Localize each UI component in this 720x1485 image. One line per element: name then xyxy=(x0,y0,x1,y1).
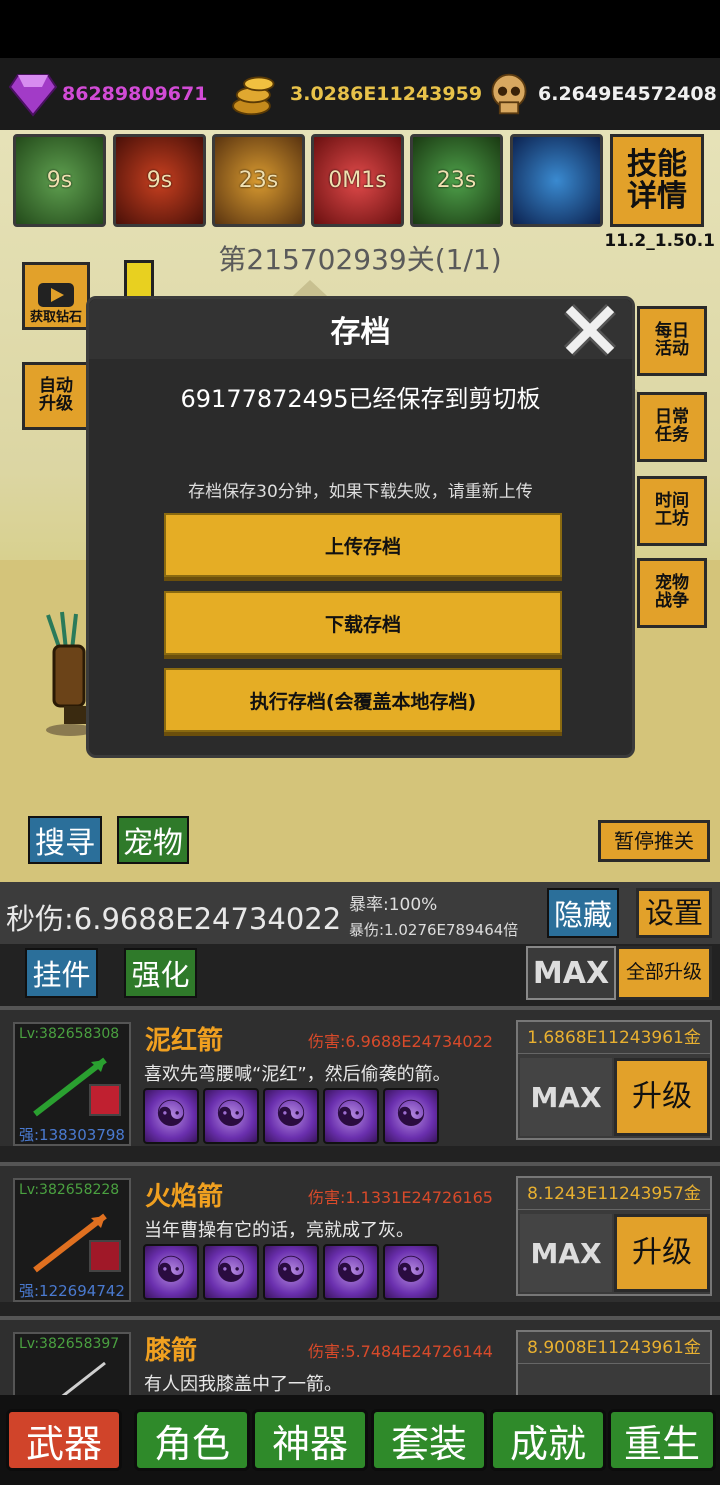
gold-counter: 3.0286E11243959 xyxy=(228,68,482,120)
execute-save-button[interactable]: 执行存档(会覆盖本地存档) xyxy=(164,668,562,732)
upgrade-cost: 8.1243E11243957金 xyxy=(518,1178,710,1210)
gem-socket-icon xyxy=(89,1084,121,1116)
skill-cooldown: 9s xyxy=(46,168,73,193)
stats-bar: 秒伤:6.9688E24734022 暴率:100% 暴伤:1.0276E789… xyxy=(0,882,720,944)
time-workshop-button[interactable]: 时间 工坊 xyxy=(637,476,707,546)
tab-character[interactable]: 角色 xyxy=(134,1409,250,1471)
copied-message: 69177872495已经保存到剪切板 xyxy=(180,385,541,413)
weapon-name: 膝箭 xyxy=(145,1336,198,1366)
weapon-damage: 伤害:1.1331E24726165 xyxy=(308,1188,493,1207)
upgrade-box: 8.9008E11243961金 xyxy=(516,1330,712,1395)
skill-cooldown: 23s xyxy=(238,168,279,193)
skill-slot-5[interactable]: 23s xyxy=(410,134,503,227)
gem-socket-icon xyxy=(89,1240,121,1272)
save-dialog: 存档 69177872495已经保存到剪切板 存档保存30分钟，如果下载失败，请… xyxy=(86,296,635,758)
weapon-damage: 伤害:6.9688E24734022 xyxy=(308,1032,493,1051)
skill-slot-2[interactable]: 9s xyxy=(113,134,206,227)
upgrade-cost: 1.6868E11243961金 xyxy=(518,1022,710,1054)
crit-rate-label: 暴率:100% xyxy=(349,895,438,915)
tab-idle[interactable]: 挂件 xyxy=(25,948,98,998)
weapon-strength: 强:122694742 xyxy=(19,1282,125,1300)
dialog-header: 存档 xyxy=(89,299,632,359)
hide-button[interactable]: 隐藏 xyxy=(547,888,619,938)
weapon-name: 泥红箭 xyxy=(145,1026,224,1056)
weapon-name: 火焰箭 xyxy=(145,1182,224,1212)
weapon-description: 当年曹操有它的话，亮就成了灰。 xyxy=(144,1220,414,1241)
weapon-icon-frame: Lv:382658228 强:122694742 xyxy=(13,1178,131,1302)
daily-task-button[interactable]: 日常 任务 xyxy=(637,392,707,462)
weapon-level: Lv:382658228 xyxy=(19,1182,120,1198)
upgrade-cost: 8.9008E11243961金 xyxy=(518,1332,710,1364)
diamond-value: 86289809671 xyxy=(62,83,208,105)
skill-cooldown: 23s xyxy=(436,168,477,193)
diamond-counter: 86289809671 xyxy=(8,68,207,120)
dps-label: 秒伤:6.9688E24734022 xyxy=(6,902,342,936)
save-note: 存档保存30分钟，如果下载失败，请重新上传 xyxy=(188,482,533,502)
max-upgrade-button[interactable]: MAX xyxy=(520,1214,612,1292)
settings-button[interactable]: 设置 xyxy=(636,888,712,938)
close-icon[interactable] xyxy=(561,301,619,359)
weapon-card: Lv:382658228 强:122694742 火焰箭 伤害:1.1331E2… xyxy=(0,1162,720,1302)
upload-save-button[interactable]: 上传存档 xyxy=(164,513,562,577)
alert-marker xyxy=(124,260,154,300)
weapon-description: 喜欢先弯腰喊“泥红”，然后偷袭的箭。 xyxy=(144,1064,451,1085)
version-label: 11.2_1.50.1 xyxy=(604,231,715,251)
max-upgrade-button[interactable]: MAX xyxy=(520,1058,612,1136)
gold-coins-icon xyxy=(232,76,275,116)
diamond-icon xyxy=(8,74,58,117)
weapon-level: Lv:382658397 xyxy=(19,1336,120,1352)
skill-slot-4[interactable]: 0M1s xyxy=(311,134,404,227)
weapon-strength: 强:138303798 xyxy=(19,1126,125,1144)
upgrade-box: 1.6868E11243961金 MAX 升级 xyxy=(516,1020,712,1140)
weapon-damage: 伤害:5.7484E24726144 xyxy=(308,1342,493,1361)
weapon-icon-frame: Lv:382658397 xyxy=(13,1332,131,1395)
get-diamond-label: 获取钻石 xyxy=(29,310,82,326)
pet-war-button[interactable]: 宠物 战争 xyxy=(637,558,707,628)
auto-upgrade-button[interactable]: 自动 升级 xyxy=(22,362,90,430)
tab-enhance[interactable]: 强化 xyxy=(124,948,197,998)
weapon-description: 有人因我膝盖中了一箭。 xyxy=(144,1374,342,1395)
weapon-card: Lv:382658397 膝箭 伤害:5.7484E24726144 有人因我膝… xyxy=(0,1316,720,1395)
upgrade-box: 8.1243E11243957金 MAX 升级 xyxy=(516,1176,712,1296)
crit-damage-label: 暴伤:1.0276E789464倍 xyxy=(349,921,519,939)
knee-arrow-icon xyxy=(61,1361,106,1395)
skill-slot-1[interactable]: 9s xyxy=(13,134,106,227)
tab-artifact[interactable]: 神器 xyxy=(252,1409,368,1471)
upgrade-button[interactable]: 升级 xyxy=(614,1058,710,1136)
video-icon xyxy=(38,283,74,308)
skill-detail-button[interactable]: 技能 详情 xyxy=(610,134,704,227)
weapon-panel: 秒伤:6.9688E24734022 暴率:100% 暴伤:1.0276E789… xyxy=(0,882,720,1395)
dialog-title: 存档 xyxy=(330,315,391,350)
tab-weapon[interactable]: 武器 xyxy=(6,1409,122,1471)
gold-value: 3.0286E11243959 xyxy=(290,83,483,105)
pet-button[interactable]: 宠物 xyxy=(117,816,189,864)
skill-slot-6[interactable] xyxy=(510,134,603,227)
daily-event-button[interactable]: 每日 活动 xyxy=(637,306,707,376)
skill-cooldown: 9s xyxy=(146,168,173,193)
talisman-row xyxy=(143,1244,443,1304)
skull-value: 6.2649E4572408 xyxy=(538,83,717,105)
pause-stage-button[interactable]: 暂停推关 xyxy=(598,820,710,862)
stage-label: 第215702939关(1/1) xyxy=(218,243,502,276)
skull-counter: 6.2649E4572408 xyxy=(484,68,717,120)
upgrade-button[interactable]: 升级 xyxy=(614,1214,710,1292)
tab-rebirth[interactable]: 重生 xyxy=(608,1409,716,1471)
get-diamond-button[interactable]: 获取钻石 xyxy=(22,262,90,330)
tab-achievement[interactable]: 成就 xyxy=(490,1409,606,1471)
tab-set[interactable]: 套装 xyxy=(371,1409,487,1471)
resource-bar: 86289809671 3.0286E11243959 6.2649E45724… xyxy=(0,58,720,130)
download-save-button[interactable]: 下载存档 xyxy=(164,591,562,655)
talisman-row xyxy=(143,1088,443,1148)
weapon-icon-frame: Lv:382658308 强:138303798 xyxy=(13,1022,131,1146)
skull-icon xyxy=(491,73,527,115)
weapon-card: Lv:382658308 强:138303798 泥红箭 伤害:6.9688E2… xyxy=(0,1006,720,1146)
skill-slot-3[interactable]: 23s xyxy=(212,134,305,227)
upgrade-all-button[interactable]: 全部升级 xyxy=(616,946,712,1000)
weapon-level: Lv:382658308 xyxy=(19,1026,120,1042)
bottom-nav: 武器 角色 神器 套装 成就 重生 xyxy=(0,1395,720,1485)
max-toggle-button[interactable]: MAX xyxy=(526,946,616,1000)
skill-cooldown: 0M1s xyxy=(328,168,387,193)
search-button[interactable]: 搜寻 xyxy=(28,816,102,864)
